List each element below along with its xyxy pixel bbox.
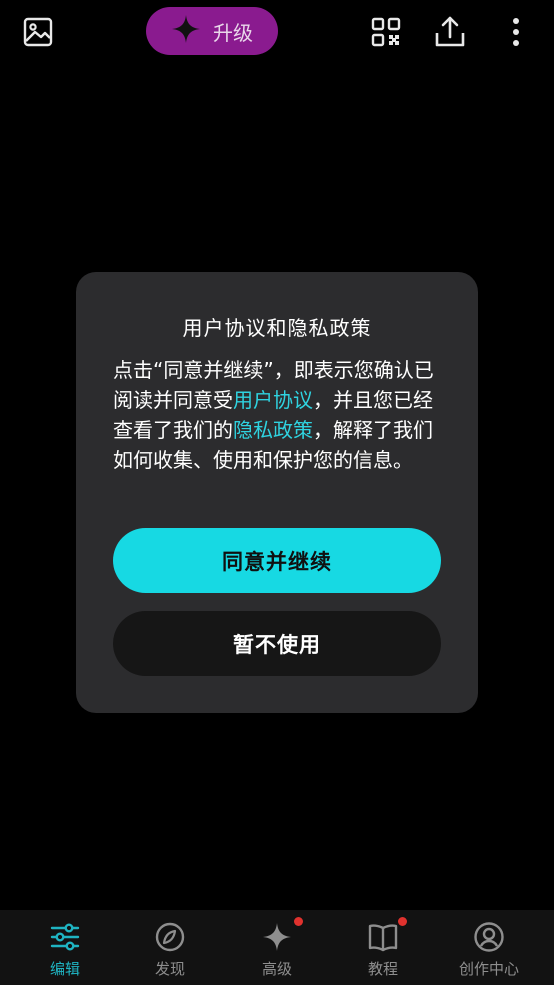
sparkle-icon [171, 14, 201, 49]
nav-label: 编辑 [49, 960, 80, 978]
agree-continue-button[interactable]: 同意并继续 [113, 528, 441, 593]
notification-badge [294, 917, 303, 926]
book-icon [366, 917, 407, 954]
nav-item-creator-center[interactable]: 创作中心 [434, 910, 544, 985]
decline-button[interactable]: 暂不使用 [113, 611, 441, 676]
upgrade-label: 升级 [213, 20, 253, 45]
nav-label: 发现 [154, 960, 185, 978]
compass-icon [153, 920, 187, 954]
more-vertical-icon[interactable] [498, 14, 534, 50]
nav-item-discover[interactable]: 发现 [115, 910, 225, 985]
nav-label: 教程 [367, 960, 398, 978]
share-icon[interactable] [432, 14, 468, 50]
sliders-icon [48, 920, 82, 954]
notification-badge [398, 917, 407, 926]
nav-item-advanced[interactable]: 高级 [222, 910, 332, 985]
privacy-policy-link[interactable]: 隐私政策 [233, 418, 313, 442]
nav-item-tutorial[interactable]: 教程 [328, 910, 438, 985]
image-icon[interactable] [20, 14, 56, 50]
dialog-body: 点击“同意并继续”，即表示您确认已阅读并同意受用户协议，并且您已经查看了我们的隐… [113, 355, 445, 475]
top-toolbar: 升级 [0, 0, 554, 66]
nav-label: 创作中心 [458, 960, 519, 978]
user-agreement-link[interactable]: 用户协议 [233, 388, 313, 412]
user-circle-icon [472, 920, 506, 954]
upgrade-button[interactable]: 升级 [146, 7, 278, 55]
nav-label: 高级 [261, 960, 292, 978]
nav-item-edit[interactable]: 编辑 [10, 910, 120, 985]
bottom-nav: 编辑 发现 高级 教程 创作中心 [0, 910, 554, 985]
sparkle-icon [260, 917, 303, 954]
qr-code-icon[interactable] [368, 14, 404, 50]
dialog-title: 用户协议和隐私政策 [182, 316, 372, 340]
